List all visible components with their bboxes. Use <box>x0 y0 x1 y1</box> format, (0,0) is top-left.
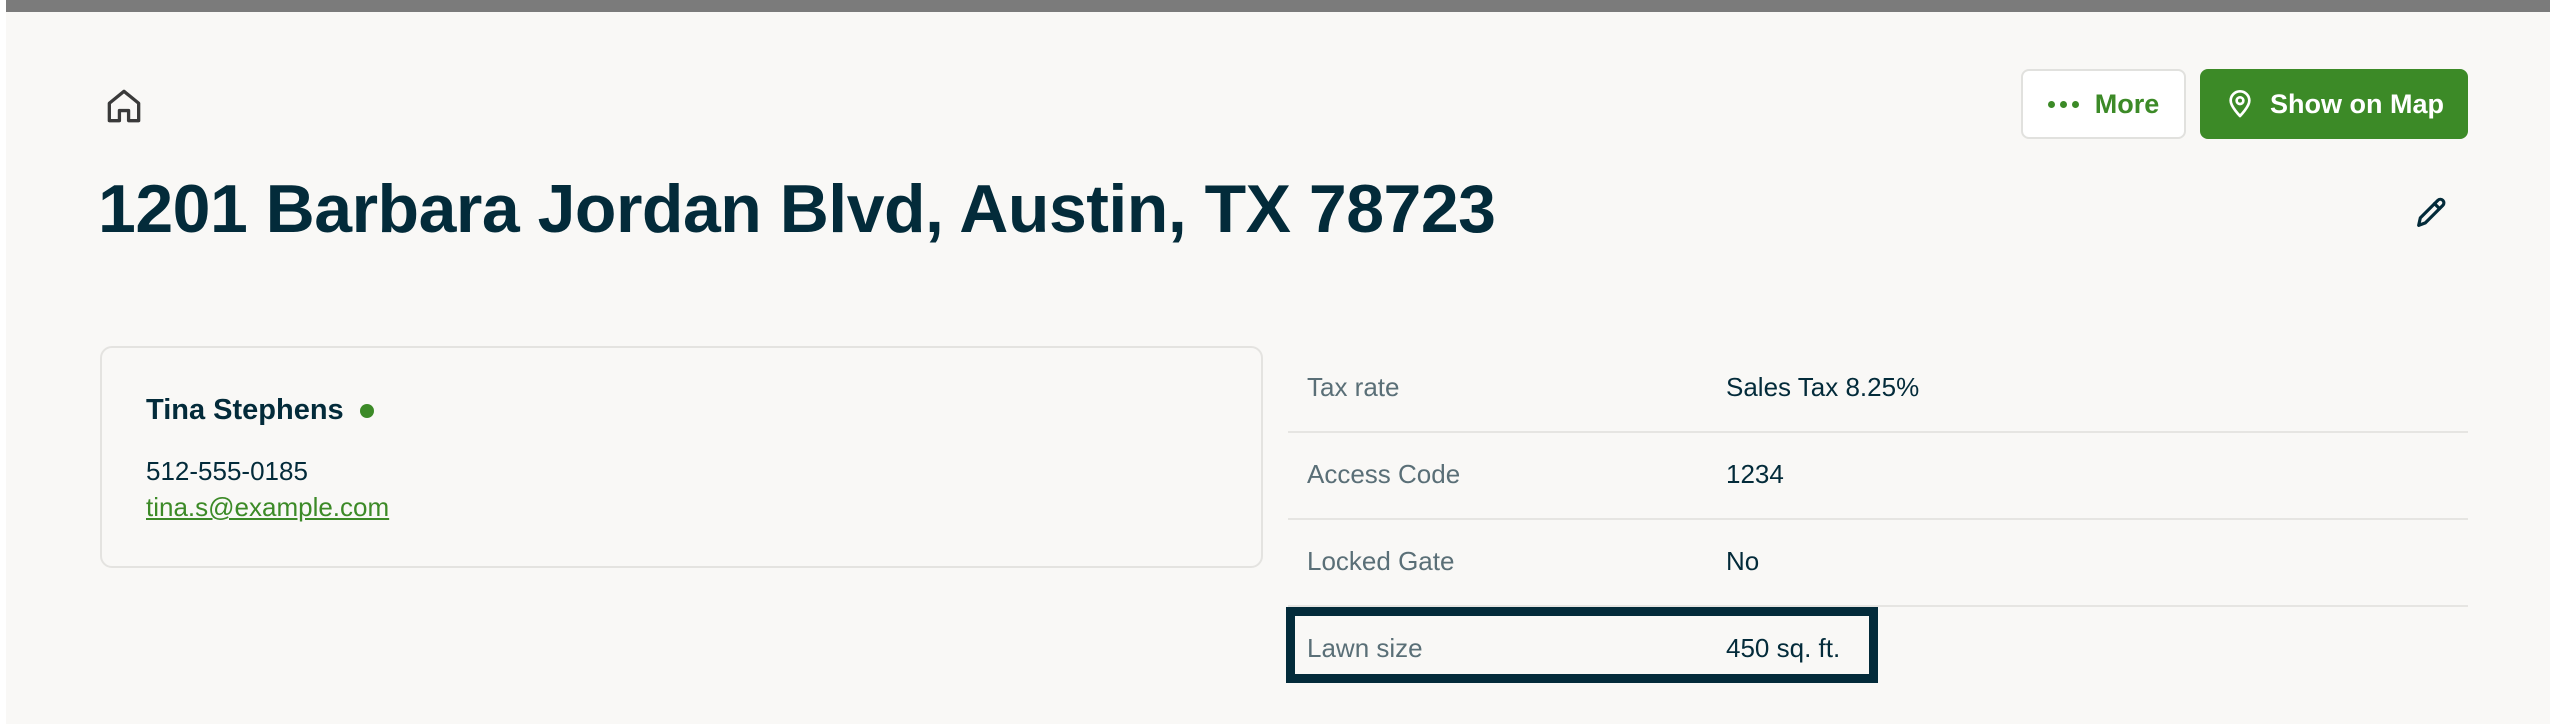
detail-value: Sales Tax 8.25% <box>1726 372 1920 402</box>
more-button[interactable]: More <box>2021 69 2186 139</box>
client-email-link[interactable]: tina.s@example.com <box>146 492 389 523</box>
page-frame: More Show on Map 1201 Barbara Jordan Blv… <box>6 0 2550 724</box>
detail-value: 450 sq. ft. <box>1726 633 1841 663</box>
detail-label: Locked Gate <box>1307 546 1455 576</box>
page-title: 1201 Barbara Jordan Blvd, Austin, TX 787… <box>98 171 1496 247</box>
detail-label: Tax rate <box>1307 372 1400 402</box>
pencil-icon[interactable] <box>2412 192 2452 232</box>
detail-row-lawn-size: Lawn size 450 sq. ft. <box>1288 607 2468 694</box>
detail-row-locked-gate: Locked Gate No <box>1288 520 2468 607</box>
show-on-map-button[interactable]: Show on Map <box>2200 69 2468 139</box>
map-pin-icon <box>2229 90 2251 118</box>
client-card: Tina Stephens 512-555-0185 tina.s@exampl… <box>100 346 1263 568</box>
detail-label: Lawn size <box>1307 633 1423 663</box>
more-button-label: More <box>2094 88 2160 119</box>
client-name[interactable]: Tina Stephens <box>146 394 374 427</box>
more-dots-icon <box>2047 100 2079 108</box>
home-icon[interactable] <box>102 84 146 128</box>
detail-row-access-code: Access Code 1234 <box>1288 433 2468 520</box>
detail-row-tax-rate: Tax rate Sales Tax 8.25% <box>1288 346 2468 433</box>
client-phone: 512-555-0185 <box>146 456 308 486</box>
client-status-dot <box>359 403 374 418</box>
client-name-text: Tina Stephens <box>146 394 344 426</box>
detail-value: 1234 <box>1726 459 1784 489</box>
show-on-map-label: Show on Map <box>2270 88 2444 119</box>
detail-label: Access Code <box>1307 459 1461 489</box>
detail-value: No <box>1726 546 1760 576</box>
property-details: Tax rate Sales Tax 8.25% Access Code 123… <box>1288 346 2468 694</box>
